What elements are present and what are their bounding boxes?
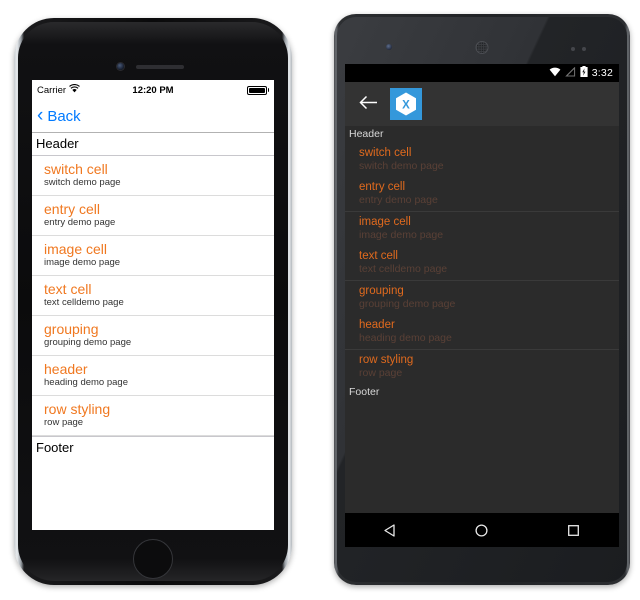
earpiece-speaker-icon (136, 65, 184, 69)
android-status-bar: 3:32 (345, 64, 619, 82)
android-cell-detail: entry demo page (359, 194, 438, 206)
android-cell-title: row styling (359, 354, 414, 366)
android-cell-detail: grouping demo page (359, 298, 456, 310)
home-button-icon[interactable] (133, 539, 173, 579)
ios-section-footer: Footer (32, 436, 274, 459)
table-row[interactable]: image cell image demo page (32, 236, 274, 276)
ios-cell-detail: entry demo page (44, 217, 116, 228)
ios-clock: 12:20 PM (132, 84, 174, 96)
nav-back-triangle-icon[interactable] (383, 523, 398, 538)
ios-cell-detail: image demo page (44, 257, 121, 268)
android-cell-title: image cell (359, 216, 411, 228)
android-cell-detail: row page (359, 367, 403, 379)
nav-recents-square-icon[interactable] (566, 523, 581, 538)
table-row[interactable]: entry cell entry demo page (32, 196, 274, 236)
table-row[interactable]: text cell text celldemo page (32, 276, 274, 316)
android-section-header: Header (345, 126, 619, 143)
table-row[interactable]: row styling row page (32, 396, 274, 436)
list-item[interactable]: text cell text celldemo page (345, 246, 619, 280)
ios-cell-title: switch cell (44, 161, 108, 177)
front-camera-icon (386, 44, 392, 50)
android-cell-title: text cell (359, 250, 398, 262)
ios-cell-title: text cell (44, 281, 92, 297)
list-item[interactable]: image cell image demo page (345, 211, 619, 246)
wifi-icon (549, 67, 561, 80)
android-cell-title: entry cell (359, 181, 406, 193)
ios-cell-detail: text celldemo page (44, 297, 124, 308)
android-cell-detail: switch demo page (359, 160, 444, 172)
list-item[interactable]: row styling row page (345, 349, 619, 384)
ios-navigation-bar: ‹ Back (32, 100, 274, 133)
proximity-sensor-icon (571, 47, 586, 51)
table-row[interactable]: header heading demo page (32, 356, 274, 396)
ios-cell-detail: switch demo page (44, 177, 121, 188)
ios-cell-detail: row page (44, 417, 84, 428)
ios-table-view[interactable]: Header switch cell switch demo page entr… (32, 133, 274, 459)
ios-section-header: Header (32, 133, 274, 156)
list-item[interactable]: switch cell switch demo page (345, 143, 619, 177)
table-row[interactable]: grouping grouping demo page (32, 316, 274, 356)
ios-back-button[interactable]: ‹ Back (37, 105, 81, 126)
earpiece-speaker-icon (475, 41, 489, 54)
ios-cell-detail: heading demo page (44, 377, 128, 388)
table-row[interactable]: switch cell switch demo page (32, 156, 274, 196)
android-action-bar: X (345, 82, 619, 126)
ios-cell-title: image cell (44, 241, 108, 257)
svg-text:X: X (402, 99, 410, 111)
battery-charging-icon (580, 66, 588, 80)
cell-signal-off-icon (564, 66, 576, 80)
android-device: 3:32 X Header switch cell switch demo pa… (334, 14, 630, 585)
arrow-left-icon[interactable] (359, 95, 378, 113)
android-cell-detail: image demo page (359, 229, 444, 241)
android-clock: 3:32 (591, 67, 613, 79)
list-item[interactable]: header heading demo page (345, 315, 619, 349)
ios-cell-title: row styling (44, 401, 111, 417)
ios-status-bar: Carrier 12:20 PM (32, 80, 274, 100)
android-cell-title: header (359, 319, 395, 331)
iphone-device: Carrier 12:20 PM ‹ Back Header switch ce… (14, 18, 292, 585)
android-section-footer: Footer (345, 384, 619, 401)
android-cell-detail: text celldemo page (359, 263, 448, 275)
android-list-view[interactable]: Header switch cell switch demo page entr… (345, 126, 619, 513)
front-camera-icon (117, 63, 124, 70)
android-navigation-bar (345, 513, 619, 547)
list-item[interactable]: grouping grouping demo page (345, 280, 619, 315)
nav-home-circle-icon[interactable] (474, 523, 489, 538)
iphone-screen: Carrier 12:20 PM ‹ Back Header switch ce… (32, 80, 274, 530)
android-cell-detail: heading demo page (359, 332, 452, 344)
list-item[interactable]: entry cell entry demo page (345, 177, 619, 211)
android-cell-title: switch cell (359, 147, 412, 159)
xamarin-logo-icon[interactable]: X (390, 88, 422, 120)
ios-cell-title: entry cell (44, 201, 101, 217)
ios-back-label: Back (47, 107, 81, 125)
ios-cell-title: header (44, 361, 88, 377)
android-cell-title: grouping (359, 285, 404, 297)
ios-cell-detail: grouping demo page (44, 337, 132, 348)
android-list-empty-area (345, 401, 619, 513)
chevron-left-icon: ‹ (37, 105, 44, 126)
ios-cell-title: grouping (44, 321, 99, 337)
android-screen: 3:32 X Header switch cell switch demo pa… (345, 64, 619, 547)
